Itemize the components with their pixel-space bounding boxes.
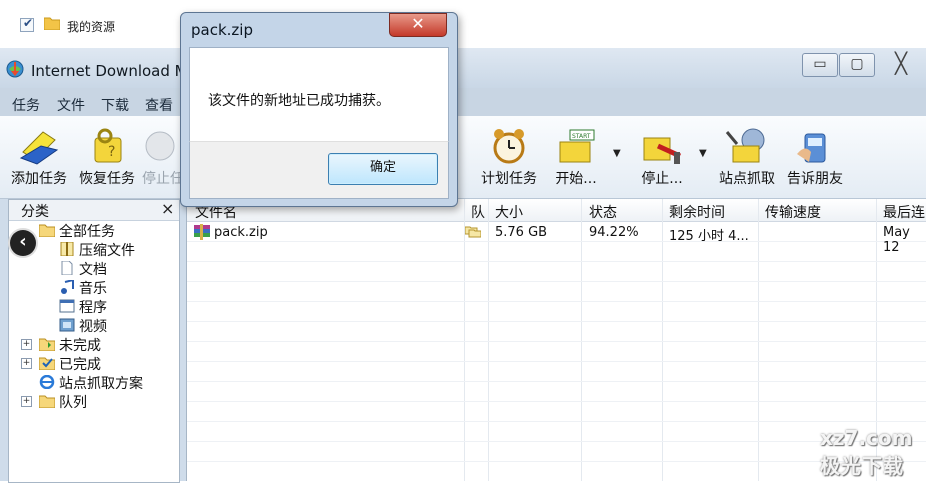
resource-checkbox[interactable]: ✔ — [20, 16, 34, 32]
sidebar-close-icon[interactable]: × — [161, 199, 174, 218]
add-task-button[interactable]: 添加任务 — [6, 116, 72, 196]
title-bar[interactable]: Internet Download M ▭ ▢ ╳ — [0, 48, 926, 88]
sidebar-header: 分类 × — [9, 199, 179, 221]
video-icon — [59, 318, 75, 332]
stop-task-icon — [145, 131, 175, 161]
col-queue[interactable]: 队 — [471, 202, 485, 222]
col-speed[interactable]: 传输速度 — [765, 202, 821, 222]
winrar-file-icon — [194, 224, 210, 240]
stop-task-button[interactable]: 停止任 — [140, 116, 184, 196]
row-last: May 12 — [883, 225, 910, 255]
resume-task-button[interactable]: ? 恢复任务 — [74, 116, 140, 196]
ie-icon — [39, 375, 55, 389]
row-size: 5.76 GB — [495, 225, 548, 240]
zip-icon — [60, 242, 74, 256]
start-dropdown-icon[interactable]: ▼ — [613, 148, 621, 159]
unfinished-icon — [39, 338, 55, 351]
idm-globe-icon — [6, 60, 24, 78]
folder-open-icon — [39, 224, 55, 237]
minimize-button[interactable]: ▭ — [802, 53, 838, 77]
sidebar-item-site-grabber[interactable]: 站点抓取方案 — [9, 372, 179, 392]
col-size[interactable]: 大小 — [495, 202, 523, 222]
idm-window: Internet Download M ▭ ▢ ╳ 任务 文件 下载 查看 添加… — [0, 48, 926, 483]
add-task-icon — [19, 131, 59, 165]
sidebar-item-programs[interactable]: 程序 — [9, 296, 179, 316]
queue-folders-icon — [465, 226, 481, 238]
document-icon — [61, 261, 73, 275]
music-icon — [61, 280, 74, 294]
folder-icon — [44, 17, 60, 30]
menu-view[interactable]: 查看 — [145, 95, 173, 115]
back-arrow-icon[interactable]: ‹ — [10, 230, 36, 256]
stop-dropdown-icon[interactable]: ▼ — [699, 148, 707, 159]
toolbar: 添加任务 ? 恢复任务 停止任 计划任务 START 开始... ▼ 停止...… — [0, 116, 926, 199]
svg-text:START: START — [572, 133, 591, 140]
sidebar-item-music[interactable]: 音乐 — [9, 277, 179, 297]
watermark-brand: 极光下载 — [820, 454, 904, 478]
sidebar-item-queue[interactable]: + 队列 — [9, 391, 179, 411]
col-status[interactable]: 状态 — [589, 202, 617, 222]
tell-friend-button[interactable]: 告诉朋友 — [782, 116, 848, 196]
expand-icon[interactable]: + — [21, 396, 32, 407]
svg-text:?: ? — [108, 144, 115, 160]
sidebar-item-unfinished[interactable]: + 未完成 — [9, 334, 179, 354]
stop-queue-button[interactable]: 停止... — [630, 116, 694, 196]
col-remaining[interactable]: 剩余时间 — [669, 202, 725, 222]
menu-file[interactable]: 文件 — [57, 95, 85, 115]
explorer-row: ✔ 我的资源 — [0, 0, 926, 49]
site-grabber-icon — [725, 128, 765, 163]
alarm-clock-icon — [493, 129, 525, 164]
resource-label: 我的资源 — [67, 20, 116, 34]
row-filename: pack.zip — [214, 225, 268, 240]
sidebar-title: 分类 — [21, 204, 49, 220]
ok-button[interactable]: 确定 — [328, 153, 438, 185]
sidebar-item-docs[interactable]: 文档 — [9, 258, 179, 278]
dialog-close-icon[interactable]: ✕ — [389, 13, 447, 37]
sidebar-item-finished[interactable]: + 已完成 — [9, 353, 179, 373]
maximize-button[interactable]: ▢ — [839, 53, 875, 77]
dialog-message: 该文件的新地址已成功捕获。 — [208, 93, 390, 109]
col-last[interactable]: 最后连 — [883, 202, 925, 222]
start-queue-icon: START — [559, 129, 595, 163]
start-queue-button[interactable]: START 开始... — [546, 116, 606, 196]
expand-icon[interactable]: + — [21, 358, 32, 369]
sidebar-item-video[interactable]: 视频 — [9, 315, 179, 335]
finished-icon — [39, 357, 55, 370]
queue-icon — [39, 395, 55, 408]
message-dialog: pack.zip ✕ 该文件的新地址已成功捕获。 确定 — [180, 12, 458, 207]
menu-download[interactable]: 下载 — [101, 95, 129, 115]
watermark-domain: xz7.com — [820, 426, 913, 450]
dialog-title: pack.zip — [191, 21, 253, 39]
site-grabber-button[interactable]: 站点抓取 — [714, 116, 780, 196]
window-title: Internet Download M — [31, 62, 188, 80]
row-status: 94.22% — [589, 225, 639, 240]
stop-queue-icon — [643, 137, 682, 164]
program-icon — [59, 299, 75, 313]
close-window-button[interactable]: ╳ — [878, 53, 924, 75]
download-list: 文件名 队 大小 状态 剩余时间 传输速度 最后连 pack.zip 5.76 … — [186, 199, 926, 481]
menu-bar: 任务 文件 下载 查看 — [0, 88, 926, 116]
table-row[interactable]: pack.zip 5.76 GB 94.22% 125 小时 4... May … — [187, 223, 926, 255]
resume-task-icon: ? — [94, 128, 122, 163]
menu-task[interactable]: 任务 — [12, 95, 40, 115]
dialog-body: 该文件的新地址已成功捕获。 — [189, 47, 449, 142]
row-remaining: 125 小时 4... — [669, 229, 749, 244]
expand-icon[interactable]: + — [21, 339, 32, 350]
tell-friend-icon — [797, 133, 826, 163]
schedule-button[interactable]: 计划任务 — [476, 116, 542, 196]
